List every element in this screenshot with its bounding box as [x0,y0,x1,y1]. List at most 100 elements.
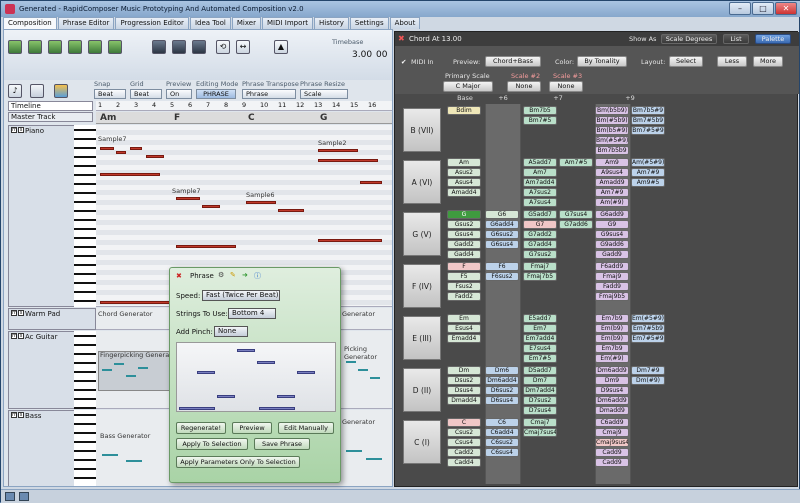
note[interactable] [202,205,220,208]
degree-row-label[interactable]: G (V) [403,212,441,256]
phrase-note[interactable] [277,395,295,398]
bar-ruler[interactable]: 1 2 3 4 5 6 7 8 9 10 11 12 13 14 15 16 [96,101,392,111]
chord-button[interactable]: G6sus2 [485,230,519,239]
chord-button[interactable]: Dmadd4 [447,396,481,405]
solo-button[interactable]: s [18,310,24,316]
tool-icon-2[interactable] [28,40,42,54]
chord-button[interactable]: Am7#5 [559,158,593,167]
snap-select[interactable]: Beat [94,89,126,99]
chord-button[interactable]: E7sus4 [523,344,557,353]
tab-mixer[interactable]: Mixer [231,17,261,29]
chord-button[interactable]: Em(#9) [595,354,629,363]
chord-button[interactable]: Cadd2 [447,448,481,457]
chord-label-g[interactable]: G [320,113,327,123]
strings-select[interactable]: Bottom 4 [228,308,276,319]
chord-button[interactable]: Fmaj7 [523,262,557,271]
tool-icon-6[interactable] [108,40,122,54]
chord-button[interactable]: D5add7 [523,366,557,375]
chord-button[interactable]: Em [447,314,481,323]
chord-button[interactable]: Gadd9 [595,250,629,259]
chord-button[interactable]: C6sus4 [485,448,519,457]
chord-button[interactable]: Em7#5 [523,354,557,363]
chord-button[interactable]: Dm6add9 [595,396,629,405]
apply-parameters-button[interactable]: Apply Parameters Only To Selection [176,456,300,468]
chord-button[interactable]: A5add7 [523,158,557,167]
chord-button[interactable]: Gadd2 [447,240,481,249]
degree-row-label[interactable]: B (VII) [403,108,441,152]
chord-button[interactable]: D6sus2 [485,386,519,395]
chord-button[interactable]: Dsus4 [447,386,481,395]
less-button[interactable]: Less [717,56,747,67]
chord-button[interactable]: Bm7#5 [523,116,557,125]
chord-button[interactable]: F [447,262,481,271]
chord-button[interactable]: Dmadd9 [595,406,629,415]
chord-button[interactable]: Am7#9 [631,168,665,177]
gear-icon[interactable]: ⚙ [218,271,224,279]
chord-button[interactable]: Am7add4 [523,178,557,187]
chord-button[interactable]: D6sus4 [485,396,519,405]
note[interactable] [138,367,148,369]
piano-roll-icon[interactable] [30,84,44,98]
palette-icon[interactable] [54,84,68,98]
chord-button[interactable]: Esus4 [447,324,481,333]
chord-button[interactable]: Asus2 [447,168,481,177]
note[interactable] [126,375,136,377]
chord-button[interactable]: Dm [447,366,481,375]
scale3-select[interactable]: None [549,81,583,92]
note[interactable] [130,147,142,150]
chord-button[interactable]: E5add7 [523,314,557,323]
primary-scale-select[interactable]: C Major [443,81,493,92]
preview-button[interactable]: Preview [232,422,272,434]
chord-button[interactable]: Gsus4 [447,230,481,239]
save-phrase-button[interactable]: Save Phrase [254,438,310,450]
chord-button[interactable]: Csus4 [447,438,481,447]
minimize-button[interactable]: – [729,2,751,15]
note[interactable] [318,159,378,162]
note[interactable] [126,460,142,462]
tool-icon-1[interactable] [8,40,22,54]
chord-button[interactable]: F6sus2 [485,272,519,281]
chord-button[interactable]: G7sus4 [559,210,593,219]
grid-select[interactable]: Beat [130,89,162,99]
chord-button[interactable]: Bm(b5b9) [595,106,629,115]
chord-button[interactable]: G6sus4 [485,240,519,249]
note[interactable] [346,361,356,363]
note[interactable] [100,301,172,304]
chord-button[interactable]: Amadd9 [595,178,629,187]
note[interactable] [116,151,126,154]
chord-button[interactable]: Cadd4 [447,458,481,467]
phrase-preview-graph[interactable] [176,342,336,412]
chord-button[interactable]: Am9 [595,158,629,167]
chord-button[interactable]: G7add4 [523,240,557,249]
chord-label-c[interactable]: C [248,113,255,123]
chord-button[interactable]: Am9#5 [631,178,665,187]
note[interactable] [370,377,380,379]
close-button[interactable]: ✕ [775,2,797,15]
chord-button[interactable]: G7add2 [523,230,557,239]
chord-button[interactable]: Cmaj7sus4 [523,428,557,437]
note[interactable] [246,201,276,204]
phrase-note[interactable] [217,395,235,398]
chord-button[interactable]: C6sus2 [485,438,519,447]
chord-button[interactable]: Bm7#5b9 [631,116,665,125]
note[interactable] [114,363,124,365]
note[interactable] [102,454,118,456]
note[interactable] [318,239,382,242]
chord-button[interactable]: Dm7 [523,376,557,385]
chord-button[interactable]: A9sus4 [595,168,629,177]
tool-icon-3[interactable] [48,40,62,54]
show-as-button[interactable]: Scale Degrees [661,34,717,44]
chord-button[interactable]: C6add4 [485,428,519,437]
phrase-transpose-select[interactable]: Phrase [242,89,296,99]
chord-button[interactable]: Cmaj7 [523,418,557,427]
chord-button[interactable]: D9sus4 [595,386,629,395]
chord-button[interactable]: Dm6add9 [595,366,629,375]
close-icon[interactable]: ✖ [176,272,182,280]
chord-button[interactable]: A7sus2 [523,188,557,197]
chord-button[interactable]: Em7b9 [595,344,629,353]
chord-button[interactable]: Fadd9 [595,282,629,291]
chord-button[interactable]: Em(#5#9) [631,314,665,323]
chord-label-f[interactable]: F [174,113,180,123]
tab-idea-tool[interactable]: Idea Tool [189,17,231,29]
note[interactable] [346,450,362,452]
